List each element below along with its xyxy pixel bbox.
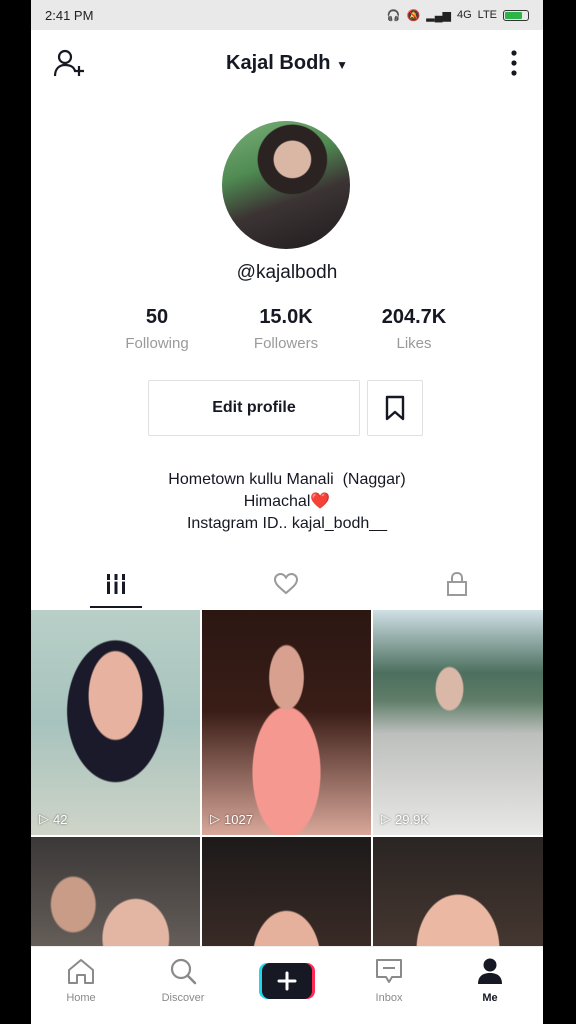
more-options-button[interactable] [509, 50, 519, 76]
play-icon: ▷ [381, 811, 391, 826]
nav-home[interactable]: Home [46, 957, 116, 1004]
mute-icon: 🔕 [406, 9, 421, 22]
view-count-value: 1027 [224, 811, 253, 827]
grid-icon [105, 574, 127, 594]
nav-inbox-label: Inbox [375, 992, 403, 1004]
bottom-navigation: Home Discover Inbox Me [31, 946, 543, 1024]
profile-title: Kajal Bodh [226, 52, 331, 74]
video-thumbnail[interactable] [31, 837, 200, 946]
headset-icon: 🎧 [386, 9, 401, 22]
nav-discover-label: Discover [161, 992, 205, 1004]
stat-following[interactable]: 50 Following [97, 306, 217, 352]
nav-discover[interactable]: Discover [148, 957, 218, 1004]
profile-stats: 50 Following 15.0K Followers 204.7K Like… [31, 306, 543, 362]
play-icon: ▷ [210, 811, 220, 826]
person-icon [478, 958, 502, 984]
stat-followers[interactable]: 15.0K Followers [226, 306, 346, 352]
nav-inbox[interactable]: Inbox [354, 957, 424, 1004]
active-tab-indicator [90, 606, 142, 608]
video-thumbnail[interactable]: ▷ 1027 [202, 610, 371, 835]
more-vertical-icon [511, 50, 517, 76]
caret-down-icon: ▼ [336, 58, 348, 72]
bio-line-1: Hometown kullu Manali (Naggar) [168, 471, 406, 488]
nav-me[interactable]: Me [455, 957, 525, 1004]
profile-bio: Hometown kullu Manali (Naggar) Himachal❤… [31, 469, 543, 535]
tab-private[interactable] [372, 560, 542, 608]
view-count: ▷ 42 [39, 811, 67, 827]
video-thumbnail[interactable] [373, 837, 543, 946]
phone-screen: 2:41 PM 🎧 🔕 ▂▄▆ 4G LTE Kajal Bodh ▼ @kaj… [31, 0, 543, 1024]
lock-icon [447, 571, 467, 596]
video-thumbnail[interactable] [202, 837, 371, 946]
nav-home-label: Home [66, 992, 96, 1004]
likes-count: 204.7K [381, 306, 447, 328]
profile-username: @kajalbodh [236, 262, 338, 283]
following-label: Following [125, 335, 189, 352]
tab-liked[interactable] [201, 560, 371, 608]
likes-label: Likes [396, 335, 432, 352]
video-thumbnail[interactable]: ▷ 42 [31, 610, 200, 835]
battery-icon [503, 9, 529, 21]
followers-label: Followers [253, 335, 319, 352]
bio-line-3: Instagram ID.. kajal_bodh__ [186, 515, 388, 532]
content-tabs [31, 560, 543, 610]
inbox-icon [376, 959, 402, 983]
heart-emoji: ❤️ [310, 493, 331, 510]
following-count: 50 [145, 306, 169, 328]
video-grid: ▷ 42 ▷ 1027 ▷ 29.9K [31, 610, 543, 946]
plus-icon [259, 963, 315, 999]
bookmark-icon [385, 395, 405, 421]
view-count-value: 42 [53, 811, 68, 827]
profile-header: Kajal Bodh ▼ [31, 30, 543, 96]
video-thumbnail[interactable]: ▷ 29.9K [373, 610, 543, 835]
bio-line-2: Himachal❤️ [31, 491, 543, 513]
signal-icon: ▂▄▆ [426, 9, 451, 22]
heart-icon [273, 572, 299, 595]
tab-videos[interactable] [31, 560, 201, 608]
home-icon [68, 959, 94, 984]
followers-count: 15.0K [259, 306, 313, 328]
status-icons: 🎧 🔕 ▂▄▆ 4G LTE [387, 9, 529, 22]
network-type: 4G [456, 9, 472, 21]
view-count-value: 29.9K [395, 811, 429, 827]
lte-label: LTE [477, 9, 497, 21]
status-time: 2:41 PM [45, 7, 94, 23]
play-icon: ▷ [39, 811, 49, 826]
search-icon [170, 958, 197, 985]
profile-title-dropdown[interactable]: Kajal Bodh ▼ [31, 52, 543, 75]
favorites-button[interactable] [367, 380, 423, 436]
bio-line-2-text: Himachal [243, 493, 311, 510]
profile-avatar[interactable] [222, 121, 350, 249]
view-count: ▷ 29.9K [381, 811, 429, 827]
view-count: ▷ 1027 [210, 811, 253, 827]
nav-me-label: Me [482, 992, 498, 1004]
edit-profile-button[interactable]: Edit profile [148, 380, 360, 436]
create-video-button[interactable] [259, 963, 315, 999]
status-bar: 2:41 PM 🎧 🔕 ▂▄▆ 4G LTE [31, 0, 543, 30]
stat-likes[interactable]: 204.7K Likes [354, 306, 474, 352]
